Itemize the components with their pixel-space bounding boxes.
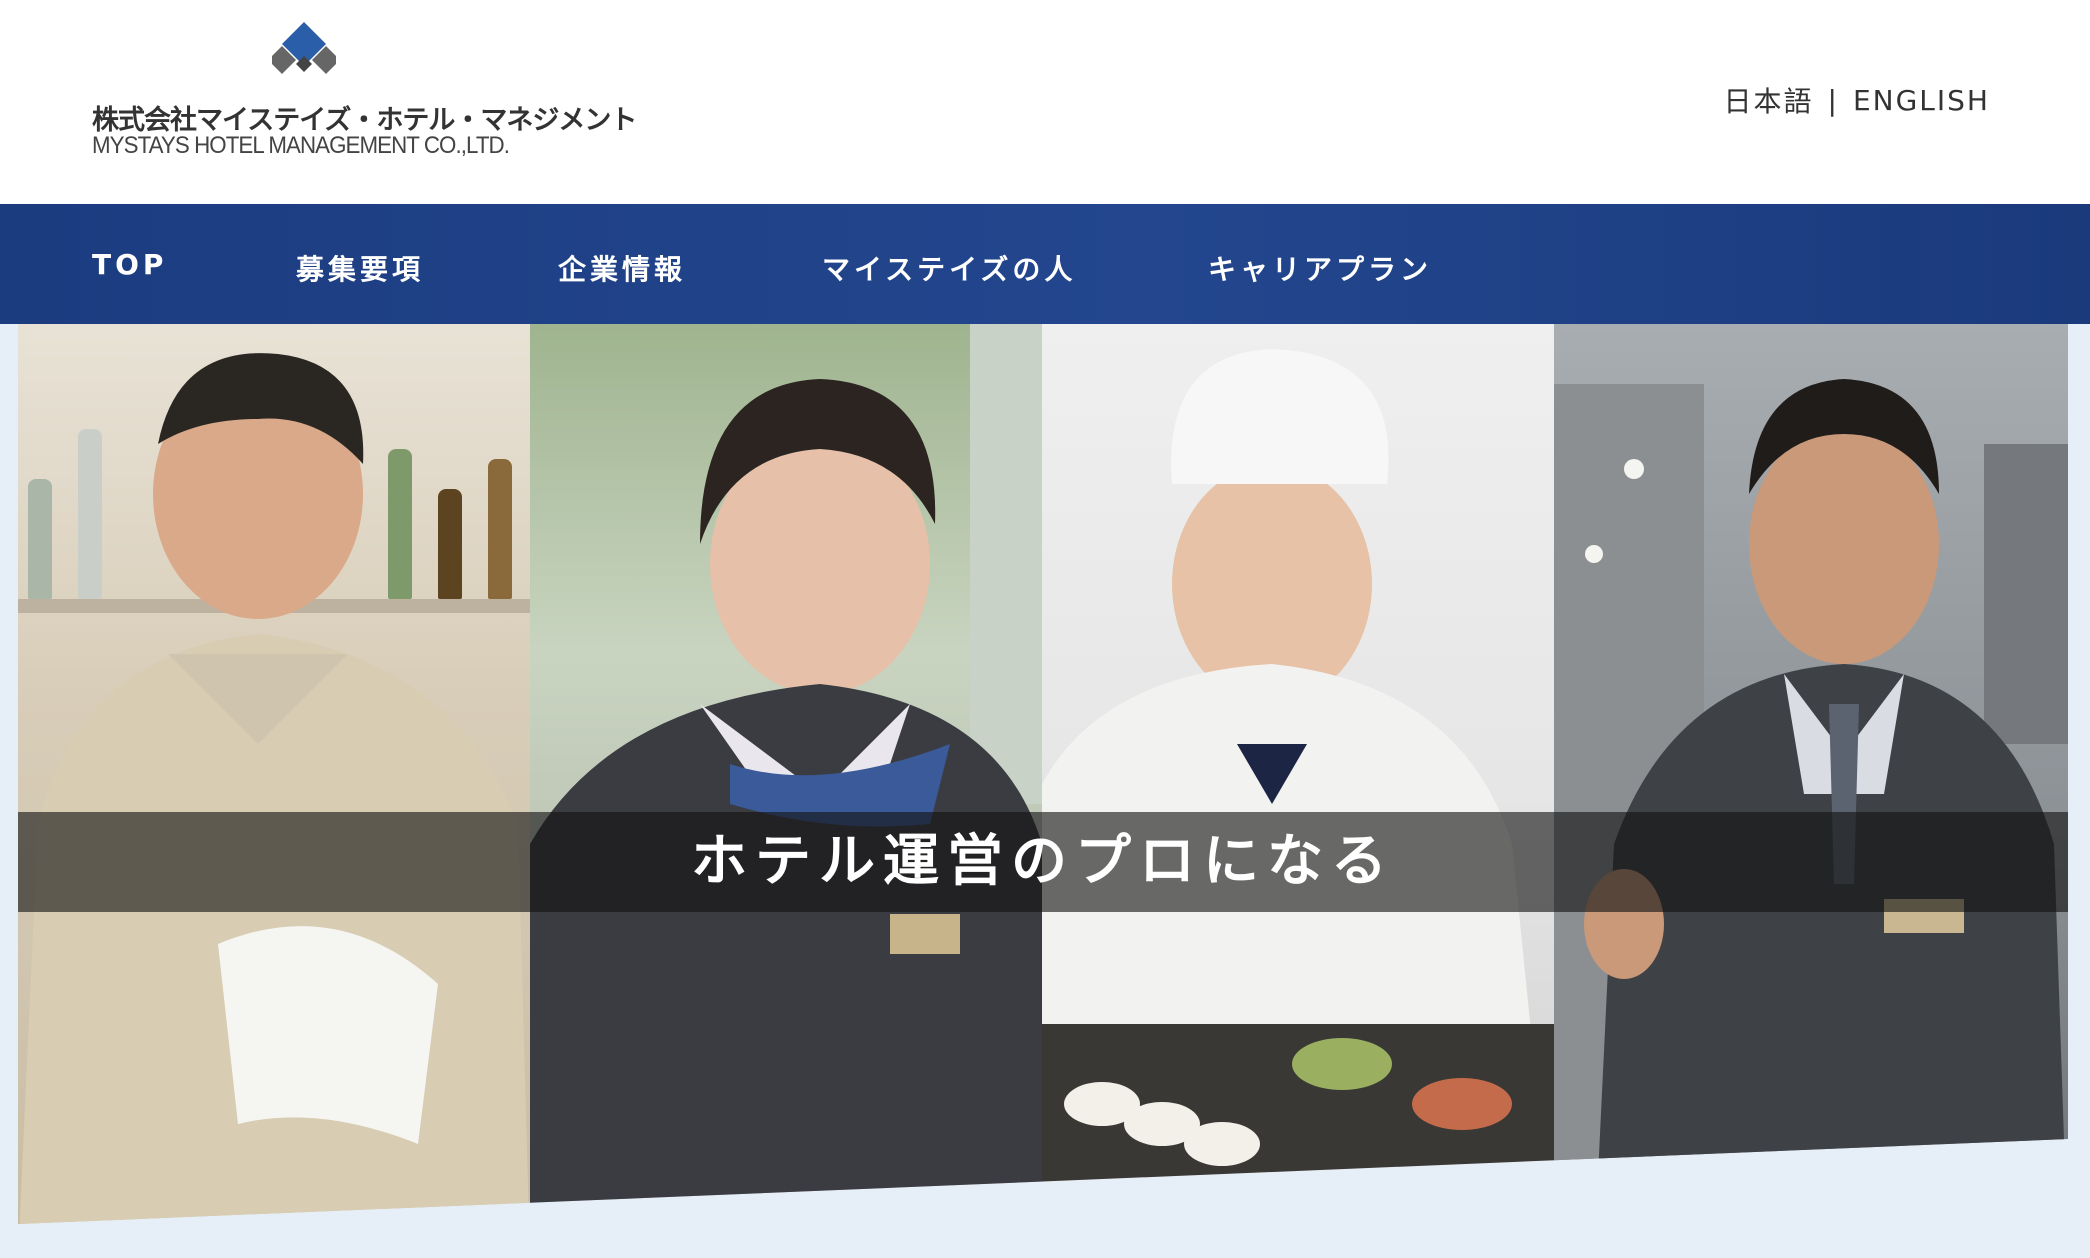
nav-item-company[interactable]: 企業情報 bbox=[558, 248, 686, 288]
nav-item-top[interactable]: TOP bbox=[92, 248, 167, 281]
lang-separator: | bbox=[1827, 83, 1839, 117]
hero-photo-bartender bbox=[18, 324, 530, 1224]
bartender-figure bbox=[18, 353, 530, 1224]
lang-japanese-link[interactable]: 日本語 bbox=[1724, 80, 1814, 120]
hero-banner: ホテル運営のプロになる bbox=[18, 812, 2068, 912]
company-name-en[interactable]: MYSTAYS HOTEL MANAGEMENT CO.,LTD. bbox=[92, 132, 510, 160]
lang-english-link[interactable]: ENGLISH bbox=[1853, 84, 1990, 117]
nav-item-career-plan[interactable]: キャリアプラン bbox=[1208, 248, 1432, 288]
hero-tagline: ホテル運営のプロになる bbox=[691, 829, 1395, 894]
receptionist-figure bbox=[530, 324, 1042, 1224]
main-nav: TOP 募集要項 企業情報 マイステイズの人 キャリアプラン bbox=[0, 204, 2090, 324]
hero-photo-chef bbox=[1042, 324, 1554, 1224]
chef-figure bbox=[1042, 349, 1554, 1224]
language-switcher: 日本語 | ENGLISH bbox=[1724, 80, 1990, 120]
hero-photo-receptionist bbox=[530, 324, 1042, 1224]
site-header: 株式会社マイステイズ・ホテル・マネジメント MYSTAYS HOTEL MANA… bbox=[0, 0, 2090, 204]
hero-photo-manager bbox=[1554, 324, 2068, 1224]
nav-item-recruitment[interactable]: 募集要項 bbox=[296, 248, 424, 288]
hero-photo-strip bbox=[18, 324, 2068, 1224]
manager-figure bbox=[1554, 379, 2068, 1224]
nav-item-people[interactable]: マイステイズの人 bbox=[822, 248, 1076, 288]
company-logo-icon[interactable] bbox=[272, 20, 336, 80]
hero-section: ホテル運営のプロになる bbox=[0, 324, 2090, 1258]
